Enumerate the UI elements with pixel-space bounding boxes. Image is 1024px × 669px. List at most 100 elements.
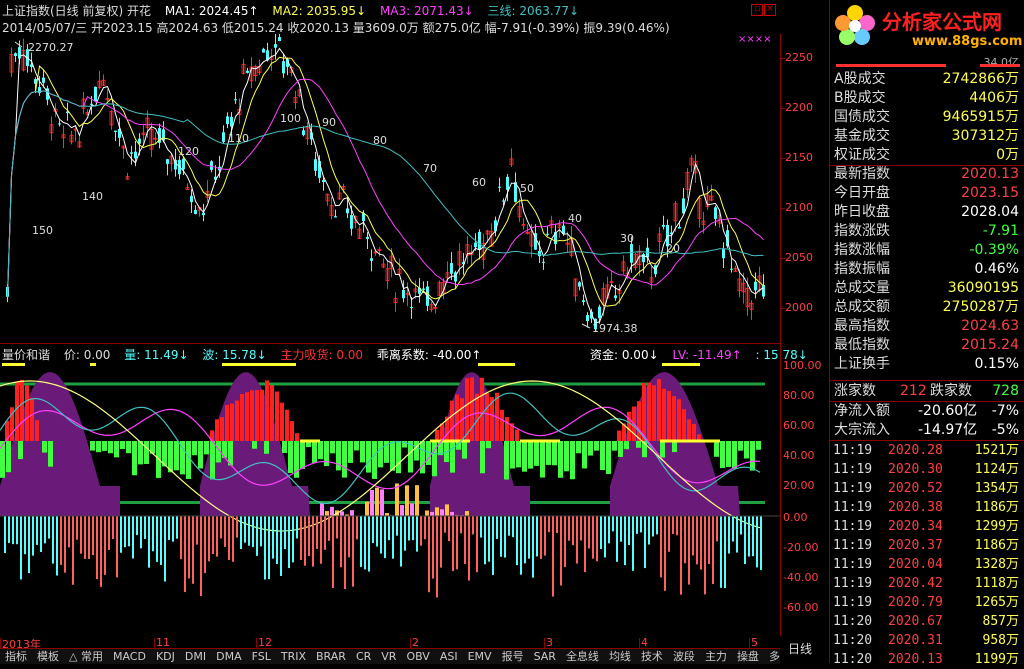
stat-value: 2015.24 <box>961 336 1019 355</box>
volume-bar <box>484 516 486 564</box>
tab-item[interactable]: FSL <box>247 649 276 664</box>
tab-item[interactable]: EMV <box>463 649 497 664</box>
volume-bar <box>176 516 178 539</box>
high-label: 2270.27 <box>28 41 74 54</box>
red-bar <box>450 401 454 441</box>
tab-item[interactable]: VR <box>376 649 401 664</box>
candlestick <box>582 294 585 305</box>
tab-item[interactable]: CR <box>351 649 376 664</box>
volume-bar <box>216 516 218 557</box>
y-tick-label: 2250 <box>785 51 813 64</box>
green-bar <box>672 441 677 452</box>
red-bar <box>617 431 621 441</box>
y-axis: 225022002150210020502000100.0080.0060.00… <box>780 34 829 636</box>
tab-item[interactable]: DMI <box>180 649 211 664</box>
curve-label: 80 <box>373 134 387 147</box>
red-bar <box>470 377 474 441</box>
pink-bar <box>435 507 439 516</box>
tab-item[interactable]: KDJ <box>151 649 180 664</box>
volume-bar <box>60 516 62 565</box>
volume-bar <box>420 516 422 546</box>
indicator-chart[interactable] <box>0 358 780 636</box>
volume-bar <box>624 516 626 565</box>
volume-bar <box>352 516 354 587</box>
stat-value: 2028.04 <box>961 203 1019 222</box>
volume-bar <box>680 516 682 595</box>
stat-label: 指数振幅 <box>834 260 890 279</box>
tab-item[interactable]: BRAR <box>311 649 351 664</box>
pink-bar <box>445 504 449 516</box>
volume-bar <box>48 516 50 539</box>
candlestick <box>234 92 237 104</box>
green-bar <box>174 441 179 470</box>
tab-item[interactable]: 均线 <box>604 649 636 664</box>
volume-bar <box>636 516 638 534</box>
volume-bar <box>312 516 314 567</box>
tick-row: 11:202020.131199万 <box>830 650 1024 669</box>
tab-item[interactable]: SAR <box>529 649 561 664</box>
pink-bar <box>400 505 404 516</box>
volume-bar <box>416 516 418 552</box>
volume-bar <box>556 516 558 533</box>
candlestick <box>578 281 581 290</box>
tick-price: 2020.52 <box>888 479 943 498</box>
green-bar <box>126 441 131 453</box>
green-bar <box>120 441 125 449</box>
stat-row: 基金成交307312万 <box>830 127 1024 146</box>
tab-item[interactable]: 技术 <box>636 649 668 664</box>
green-bar <box>90 441 95 451</box>
curve-label: 50 <box>520 182 534 195</box>
volume-bar <box>668 516 670 552</box>
volume-bar <box>548 516 550 532</box>
tab-item[interactable]: 波段 <box>668 649 700 664</box>
tab-item[interactable]: 多空 <box>764 649 780 664</box>
tab-item[interactable]: TRIX <box>276 649 311 664</box>
tab-item[interactable]: 全息线 <box>561 649 604 664</box>
y-tick-label: 2200 <box>785 101 813 114</box>
volume-bar <box>532 516 534 578</box>
pink-bar <box>340 511 344 516</box>
volume-bar <box>356 516 358 539</box>
volume-bar <box>468 516 470 581</box>
candlestick <box>406 282 409 306</box>
volume-bar <box>388 516 390 540</box>
volume-bar <box>148 516 150 568</box>
tab-item[interactable]: MACD <box>108 649 151 664</box>
tab-item[interactable]: OBV <box>401 649 434 664</box>
tab-item[interactable]: 指标 <box>0 649 32 664</box>
tick-time: 11:19 <box>833 574 872 593</box>
volume-bar <box>644 516 646 568</box>
green-bar <box>42 441 47 453</box>
tab-item[interactable]: ASI <box>435 649 463 664</box>
volume-bar <box>596 516 598 561</box>
red-bar <box>485 393 489 441</box>
red-bar <box>280 403 284 441</box>
tab-item[interactable]: 模板 <box>32 649 64 664</box>
tab-item[interactable]: 主力 <box>700 649 732 664</box>
volume-bar <box>132 516 134 559</box>
tab-item[interactable]: DMA <box>211 649 247 664</box>
volume-bar <box>616 516 618 562</box>
green-bar <box>462 441 467 459</box>
tab-item[interactable]: △ 常用 <box>64 649 108 664</box>
stat-row: 指数涨幅-0.39% <box>830 241 1024 260</box>
stat-label: 昨日收盘 <box>834 203 890 222</box>
volume-bar <box>604 516 606 557</box>
price-chart[interactable]: 1501401201101009080706050403020 <box>0 34 780 344</box>
green-bar <box>330 441 335 453</box>
tick-volume: 1124万 <box>975 460 1019 479</box>
red-bar <box>480 378 484 441</box>
volume-bar <box>36 516 38 545</box>
restore-window-button[interactable]: ▫ <box>751 4 763 16</box>
volume-bar <box>708 516 710 564</box>
tick-price: 2020.42 <box>888 574 943 593</box>
volume-bar <box>44 516 46 543</box>
tab-item[interactable]: 报号 <box>497 649 529 664</box>
tab-item[interactable]: 操盘 <box>732 649 764 664</box>
period-label[interactable]: 日线 <box>788 640 812 657</box>
volume-bar <box>608 516 610 543</box>
green-bar <box>564 441 569 471</box>
close-window-button[interactable]: × <box>764 4 776 16</box>
flow-pct: -5% <box>992 421 1019 440</box>
stat-row: 最低指数2015.24 <box>830 336 1024 355</box>
